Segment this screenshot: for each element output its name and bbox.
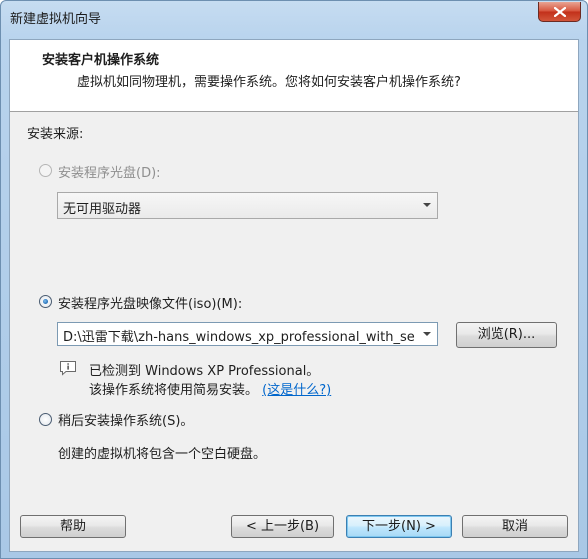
page-title: 安装客户机操作系统 [42, 53, 160, 68]
detected-os-text: 已检测到 Windows XP Professional。 [89, 364, 320, 379]
iso-path-combobox[interactable]: D:\迅雷下载\zh-hans_windows_xp_professional_… [57, 322, 438, 346]
disc-radio[interactable] [39, 164, 52, 177]
close-button[interactable] [538, 2, 581, 22]
info-speech-icon [60, 361, 76, 376]
easy-install-line: 该操作系统将使用简易安装。 (这是什么?) [89, 379, 331, 398]
install-source-label: 安装来源: [27, 127, 84, 142]
iso-path-value: D:\迅雷下载\zh-hans_windows_xp_professional_… [63, 330, 415, 345]
wizard-window: 新建虚拟机向导 安装客户机操作系统 虚拟机如同物理机，需要操作系统。您将如何安装… [0, 0, 588, 559]
disc-radio-label: 安装程序光盘(D): [58, 166, 161, 181]
iso-radio[interactable] [39, 295, 52, 308]
disc-drive-select[interactable]: 无可用驱动器 [57, 192, 438, 219]
browse-button[interactable]: 浏览(R)... [456, 322, 557, 348]
back-button[interactable]: < 上一步(B) [231, 515, 334, 538]
next-button[interactable]: 下一步(N) > [346, 515, 452, 538]
close-icon [554, 7, 566, 17]
window-title: 新建虚拟机向导 [10, 12, 102, 27]
chevron-down-icon [423, 203, 431, 207]
help-button[interactable]: 帮助 [20, 515, 126, 538]
wizard-header: 安装客户机操作系统 虚拟机如同物理机，需要操作系统。您将如何安装客户机操作系统? [10, 40, 578, 112]
disc-drive-value: 无可用驱动器 [63, 202, 142, 217]
cancel-button[interactable]: 取消 [462, 515, 568, 538]
title-bar[interactable]: 新建虚拟机向导 [1, 1, 587, 31]
install-later-description: 创建的虚拟机将包含一个空白硬盘。 [58, 447, 267, 462]
install-later-radio[interactable] [39, 413, 52, 426]
chevron-down-icon [423, 332, 431, 336]
easy-install-text: 该操作系统将使用简易安装。 [89, 383, 259, 398]
whats-this-link[interactable]: (这是什么?) [262, 383, 331, 398]
iso-radio-label: 安装程序光盘映像文件(iso)(M): [58, 297, 243, 312]
install-later-label: 稍后安装操作系统(S)。 [58, 414, 194, 429]
page-subtitle: 虚拟机如同物理机，需要操作系统。您将如何安装客户机操作系统? [77, 75, 461, 90]
dialog-client-area: 安装客户机操作系统 虚拟机如同物理机，需要操作系统。您将如何安装客户机操作系统?… [9, 39, 579, 552]
